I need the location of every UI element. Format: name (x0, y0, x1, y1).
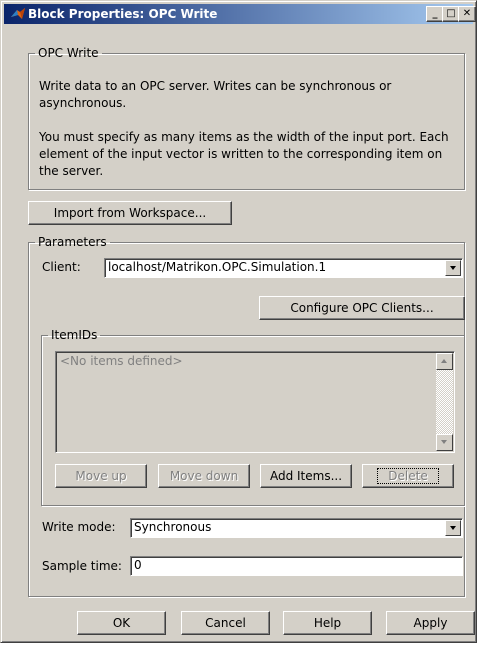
write-mode-label: Write mode: (42, 520, 116, 534)
parameters-group-legend: Parameters (38, 235, 107, 249)
client-label: Client: (42, 260, 81, 274)
close-button[interactable]: ✕ (458, 6, 476, 22)
description-group-legend: OPC Write (38, 46, 99, 60)
write-mode-dropdown[interactable]: Synchronous (130, 518, 463, 538)
description-text: Write data to an OPC server. Writes can … (39, 78, 459, 197)
minimize-icon: _ (432, 8, 438, 19)
chevron-down-icon[interactable] (445, 260, 461, 276)
help-button[interactable]: Help (283, 611, 372, 635)
move-down-button[interactable]: Move down (158, 464, 250, 488)
delete-button[interactable]: Delete (362, 464, 454, 488)
maximize-icon: □ (446, 8, 456, 19)
matlab-logo-icon (11, 8, 25, 19)
apply-button[interactable]: Apply (386, 611, 475, 635)
write-mode-value: Synchronous (134, 520, 212, 534)
import-from-workspace-button[interactable]: Import from Workspace... (28, 201, 232, 225)
description-paragraph-1: Write data to an OPC server. Writes can … (39, 79, 392, 110)
client-dropdown[interactable]: localhost/Matrikon.OPC.Simulation.1 (104, 258, 463, 278)
description-group: OPC Write Write data to an OPC server. W… (28, 46, 465, 190)
move-up-button[interactable]: Move up (55, 464, 147, 488)
scroll-up-icon[interactable] (436, 353, 453, 370)
chevron-down-icon[interactable] (445, 520, 461, 536)
description-paragraph-2: You must specify as many items as the wi… (39, 130, 449, 178)
itemids-empty-placeholder: <No items defined> (60, 354, 183, 368)
client-value: localhost/Matrikon.OPC.Simulation.1 (108, 260, 327, 274)
close-icon: ✕ (462, 8, 472, 19)
add-items-button[interactable]: Add Items... (260, 464, 352, 488)
sample-time-input[interactable]: 0 (130, 556, 463, 576)
window-title: Block Properties: OPC Write (28, 7, 218, 21)
block-properties-dialog: Block Properties: OPC Write _ □ ✕ OPC Wr… (0, 0, 477, 643)
sample-time-value: 0 (134, 558, 142, 572)
itemids-group-legend: ItemIDs (51, 328, 98, 342)
cancel-button[interactable]: Cancel (181, 611, 270, 635)
itemids-list[interactable]: <No items defined> (55, 351, 455, 453)
delete-button-label: Delete (377, 468, 439, 484)
sample-time-label: Sample time: (42, 559, 122, 573)
scroll-down-icon[interactable] (436, 434, 453, 451)
configure-opc-clients-button[interactable]: Configure OPC Clients... (259, 296, 465, 320)
itemids-scrollbar[interactable] (436, 353, 453, 451)
title-bar[interactable]: Block Properties: OPC Write _ □ ✕ (4, 4, 476, 24)
ok-button[interactable]: OK (77, 611, 166, 635)
